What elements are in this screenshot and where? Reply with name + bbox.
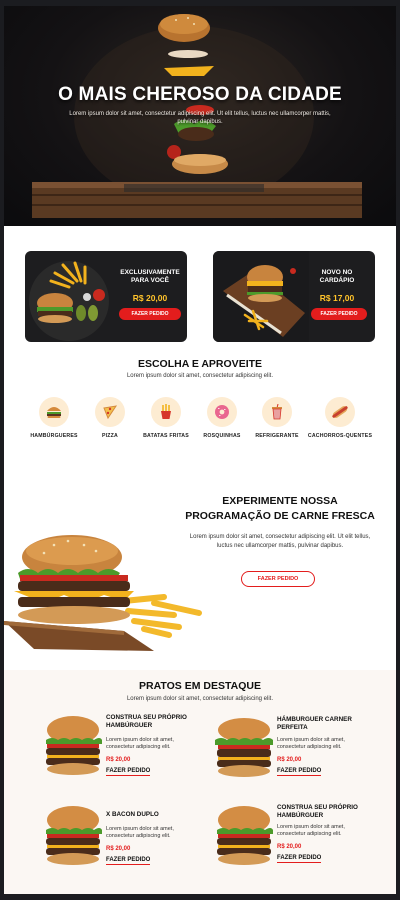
burger-image bbox=[46, 806, 102, 865]
promo-price: R$ 17,00 bbox=[319, 293, 355, 303]
dish-name: HÁMBURGUER CARNER PERFEITA bbox=[277, 716, 352, 731]
dish-card: HÁMBURGUER CARNER PERFEITA Lorem ipsum d… bbox=[213, 714, 383, 789]
dish-name: CONSTRUA SEU PRÓPRIO HAMBÚRGUER bbox=[277, 804, 358, 819]
burger-fries-plate-image bbox=[29, 261, 109, 341]
dish-description: Lorem ipsum dolor sit amet, consectetur … bbox=[106, 737, 174, 750]
hero-title: O MAIS CHEROSO DA CIDADE bbox=[58, 84, 342, 105]
burger-image bbox=[215, 718, 273, 777]
category-label: REFRIGERANTE bbox=[255, 433, 299, 439]
burger-icon bbox=[47, 407, 61, 418]
dish-price: R$ 20,00 bbox=[277, 757, 302, 763]
dish-price: R$ 20,00 bbox=[106, 757, 131, 763]
landing-page: O MAIS CHEROSO DA CIDADE Lorem ipsum dol… bbox=[4, 6, 396, 894]
category-circle bbox=[325, 397, 355, 427]
burger-board-image bbox=[213, 251, 309, 342]
order-link[interactable]: FAZER PEDIDO bbox=[106, 857, 151, 865]
categories-subtitle: Lorem ipsum dolor sit amet, consectetur … bbox=[126, 373, 274, 379]
category-circle bbox=[262, 397, 292, 427]
order-button-outline[interactable]: FAZER PEDIDO bbox=[241, 571, 315, 587]
fries-icon bbox=[161, 404, 171, 419]
pizza-icon bbox=[103, 405, 118, 420]
dish-name: X BACON DUPLO bbox=[106, 811, 159, 818]
hero-subtitle: Lorem ipsum dolor sit amet, consectetur … bbox=[69, 111, 331, 125]
category-label: CACHORROS-QUENTES bbox=[307, 433, 373, 439]
big-burger-fries-image bbox=[4, 535, 202, 651]
promo-price: R$ 20,00 bbox=[132, 293, 168, 303]
dish-card: X BACON DUPLO Lorem ipsum dolor sit amet… bbox=[42, 802, 212, 877]
feature-text: Lorem ipsum dolor sit amet, consectetur … bbox=[189, 534, 371, 549]
promo-title: EXCLUSIVAMENTE PARA VOCÊ bbox=[120, 269, 180, 284]
category-circle bbox=[95, 397, 125, 427]
donut-icon bbox=[215, 405, 229, 419]
promo-title: NOVO NO CARDÁPIO bbox=[319, 269, 355, 284]
category-soda[interactable]: REFRIGERANTE bbox=[242, 397, 312, 439]
hero-banner: O MAIS CHEROSO DA CIDADE Lorem ipsum dol… bbox=[4, 6, 396, 226]
hotdog-icon bbox=[332, 406, 348, 418]
dish-description: Lorem ipsum dolor sit amet, consectetur … bbox=[277, 824, 345, 837]
dish-name: CONSTRUA SEU PRÓPRIO HAMBÚRGUER bbox=[106, 714, 187, 729]
feature-title: EXPERIMENTE NOSSA PROGRAMAÇÃO DE CARNE F… bbox=[185, 495, 375, 522]
dish-description: Lorem ipsum dolor sit amet, consectetur … bbox=[277, 737, 345, 750]
dish-card: CONSTRUA SEU PRÓPRIO HAMBÚRGUER Lorem ip… bbox=[213, 802, 383, 877]
dish-description: Lorem ipsum dolor sit amet, consectetur … bbox=[106, 826, 174, 839]
dish-price: R$ 20,00 bbox=[106, 846, 131, 852]
dish-card: CONSTRUA SEU PRÓPRIO HAMBÚRGUER Lorem ip… bbox=[42, 712, 212, 787]
order-button[interactable]: FAZER PEDIDO bbox=[119, 308, 181, 320]
soda-icon bbox=[272, 404, 282, 420]
category-circle bbox=[39, 397, 69, 427]
category-hotdogs[interactable]: CACHORROS-QUENTES bbox=[305, 397, 375, 439]
dishes-title: PRATOS EM DESTAQUE bbox=[139, 680, 261, 692]
dish-price: R$ 20,00 bbox=[277, 844, 302, 850]
burger-image bbox=[217, 806, 273, 865]
categories-title: ESCOLHA E APROVEITE bbox=[137, 358, 263, 370]
order-link[interactable]: FAZER PEDIDO bbox=[277, 855, 322, 863]
page: O MAIS CHEROSO DA CIDADE Lorem ipsum dol… bbox=[0, 0, 400, 900]
promo-card-exclusive: EXCLUSIVAMENTE PARA VOCÊ R$ 20,00 FAZER … bbox=[25, 251, 187, 342]
order-link[interactable]: FAZER PEDIDO bbox=[106, 768, 151, 776]
category-list: HAMBÚRGUERES PIZZA BATATAS FRITAS ROSQUI… bbox=[4, 397, 396, 447]
burger-image bbox=[46, 716, 102, 775]
category-circle bbox=[151, 397, 181, 427]
order-link[interactable]: FAZER PEDIDO bbox=[277, 768, 322, 776]
dishes-subtitle: Lorem ipsum dolor sit amet, consectetur … bbox=[126, 696, 274, 702]
promo-card-new: NOVO NO CARDÁPIO R$ 17,00 FAZER PEDIDO bbox=[213, 251, 375, 342]
order-button[interactable]: FAZER PEDIDO bbox=[311, 308, 367, 320]
category-circle bbox=[207, 397, 237, 427]
